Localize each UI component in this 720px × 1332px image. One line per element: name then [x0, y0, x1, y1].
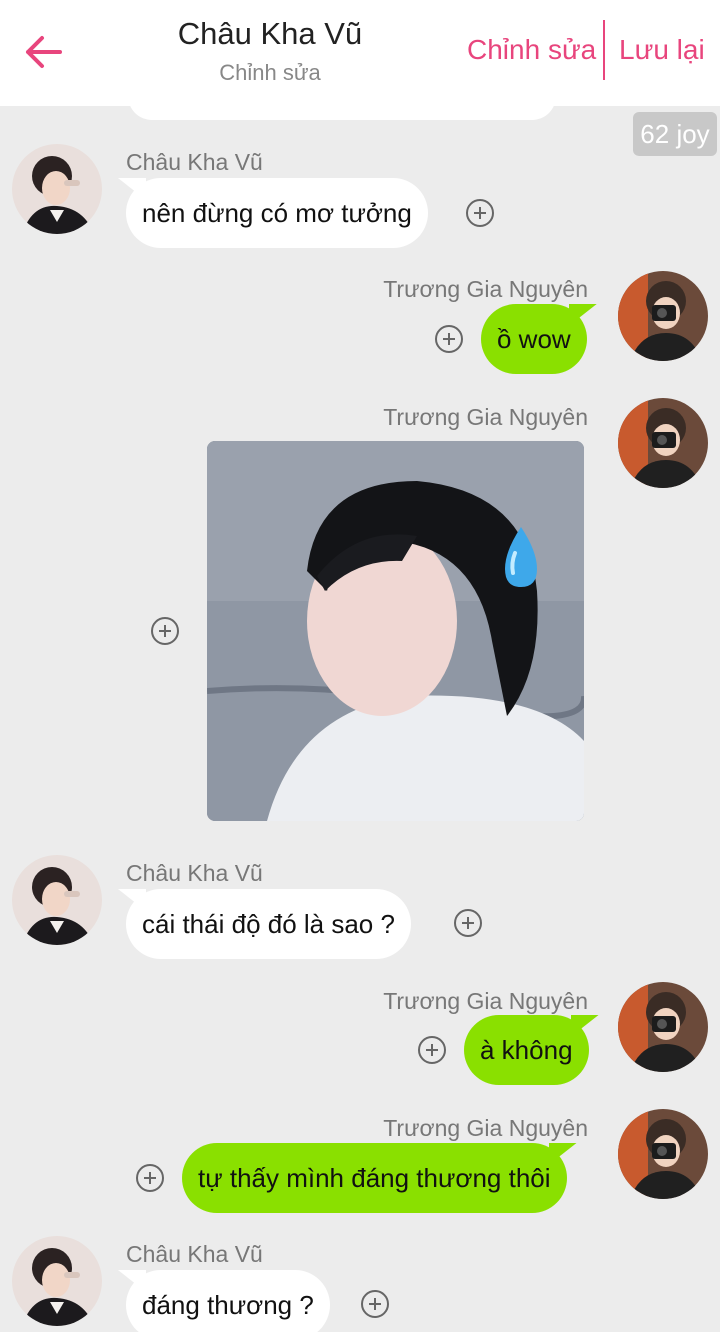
message-bubble[interactable]: đáng thương ?	[126, 1270, 330, 1332]
add-reaction-icon[interactable]	[466, 199, 494, 227]
message-bubble[interactable]: cái thái độ đó là sao ?	[126, 889, 411, 959]
message-bubble[interactable]: tự thấy mình đáng thương thôi	[182, 1143, 567, 1213]
add-reaction-icon[interactable]	[454, 909, 482, 937]
avatar-chau-kha-vu[interactable]	[12, 144, 102, 234]
message-bubble[interactable]: à không	[464, 1015, 589, 1085]
sender-name: Châu Kha Vũ	[126, 149, 263, 175]
add-reaction-icon[interactable]	[151, 617, 179, 645]
chat-title: Châu Kha Vũ	[177, 16, 363, 51]
add-reaction-icon[interactable]	[361, 1290, 389, 1318]
sender-name: Trương Gia Nguyên	[383, 404, 588, 430]
avatar-chau-kha-vu[interactable]	[12, 1236, 102, 1326]
save-button[interactable]: Lưu lại	[619, 34, 705, 66]
sender-name: Trương Gia Nguyên	[383, 1115, 588, 1141]
message-bubble[interactable]: nên đừng có mơ tưởng	[126, 178, 428, 248]
app-header: Châu Kha Vũ Chỉnh sửa Chỉnh sửa Lưu lại	[0, 0, 720, 106]
back-arrow-icon[interactable]	[22, 30, 66, 74]
message-bubble[interactable]: ồ wow	[481, 304, 587, 374]
avatar-truong-gia-nguyen[interactable]	[618, 398, 708, 488]
avatar-truong-gia-nguyen[interactable]	[618, 271, 708, 361]
avatar-truong-gia-nguyen[interactable]	[618, 1109, 708, 1199]
sender-name: Châu Kha Vũ	[126, 860, 263, 886]
sender-name: Châu Kha Vũ	[126, 1241, 263, 1267]
message-photo[interactable]	[207, 441, 584, 821]
header-divider	[603, 20, 605, 80]
sender-name: Trương Gia Nguyên	[383, 276, 588, 302]
sender-name: Trương Gia Nguyên	[383, 988, 588, 1014]
edit-button[interactable]: Chỉnh sửa	[467, 34, 596, 66]
add-reaction-icon[interactable]	[136, 1164, 164, 1192]
avatar-truong-gia-nguyen[interactable]	[618, 982, 708, 1072]
chat-subtitle: Chỉnh sửa	[219, 60, 321, 85]
avatar-chau-kha-vu[interactable]	[12, 855, 102, 945]
add-reaction-icon[interactable]	[435, 325, 463, 353]
joy-counter-badge: 62 joy	[633, 112, 717, 156]
add-reaction-icon[interactable]	[418, 1036, 446, 1064]
